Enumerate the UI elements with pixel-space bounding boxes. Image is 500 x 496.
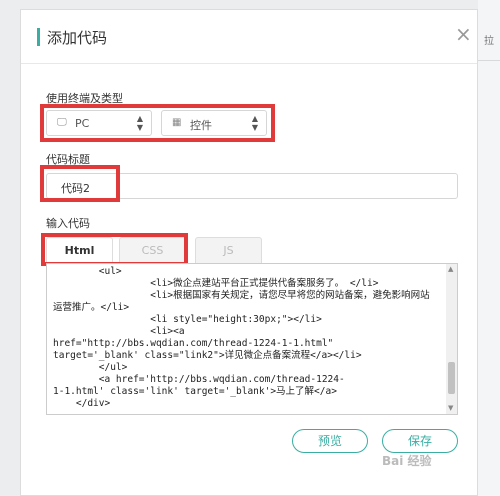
preview-button[interactable]: 预览 xyxy=(292,429,368,453)
select-arrows-icon: ▲ ▼ xyxy=(136,114,143,132)
code-title-value: 代码2 xyxy=(61,182,90,195)
usage-section-label: 使用终端及类型 xyxy=(46,92,123,105)
scroll-up-icon[interactable]: ▲ xyxy=(448,265,453,273)
close-icon[interactable]: × xyxy=(455,22,472,46)
tab-css[interactable]: CSS xyxy=(119,237,186,263)
grid-icon: ▦ xyxy=(172,117,182,128)
tab-html[interactable]: Html xyxy=(46,237,113,263)
dialog-title: 添加代码 xyxy=(47,29,108,47)
select-arrows-icon: ▲ ▼ xyxy=(251,114,258,132)
save-button[interactable]: 保存 xyxy=(382,429,458,453)
scroll-down-icon[interactable]: ▼ xyxy=(448,404,453,412)
background-divider xyxy=(478,60,500,61)
background-text: 拉 xyxy=(484,36,494,47)
code-content[interactable]: <ul> <li>微企点建站平台正式提供代备案服务了。 </li> <li>根据… xyxy=(47,264,445,410)
code-editor[interactable]: <ul> <li>微企点建站平台正式提供代备案服务了。 </li> <li>根据… xyxy=(46,263,458,415)
title-accent-bar xyxy=(37,28,40,46)
code-title-label: 代码标题 xyxy=(46,153,90,166)
code-title-input[interactable]: 代码2 xyxy=(46,173,458,199)
code-input-label: 输入代码 xyxy=(46,217,90,230)
tab-js[interactable]: JS xyxy=(195,237,262,263)
monitor-icon: 🖵 xyxy=(57,117,67,128)
code-scrollbar[interactable]: ▲ ▼ xyxy=(446,264,457,414)
scroll-thumb[interactable] xyxy=(448,362,455,394)
type-select[interactable]: ▦ 控件 ▲ ▼ xyxy=(161,110,267,136)
device-select[interactable]: 🖵 PC ▲ ▼ xyxy=(46,110,152,136)
dialog-header: 添加代码 × xyxy=(21,10,477,64)
type-select-value: 控件 xyxy=(190,119,212,132)
background-panel xyxy=(478,0,500,496)
watermark: Bai 经验 xyxy=(382,454,432,468)
device-select-value: PC xyxy=(75,117,90,130)
